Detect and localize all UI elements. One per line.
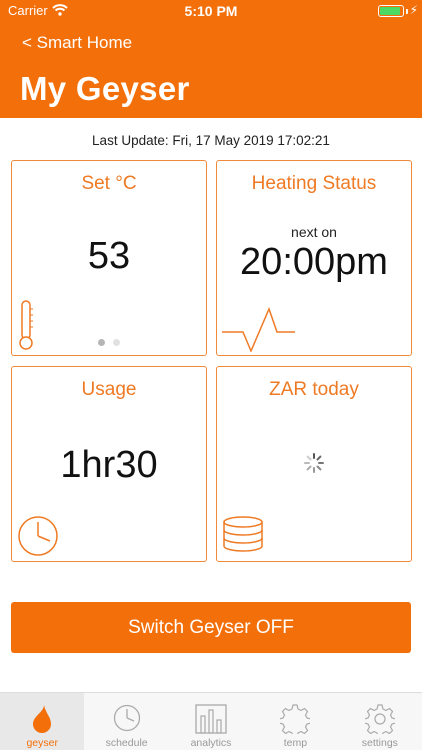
tab-label: analytics [190, 737, 232, 749]
tab-schedule[interactable]: schedule [84, 693, 168, 750]
gear-outline-icon [278, 704, 313, 739]
coin-stack-icon [222, 515, 264, 560]
drop-icon [29, 704, 55, 739]
heating-status-title: Heating Status [251, 173, 377, 194]
set-temp-card[interactable]: Set °C 53 [11, 160, 207, 356]
tab-geyser[interactable]: geyser [0, 693, 85, 750]
bar-chart-icon [195, 704, 227, 739]
battery-icon [378, 5, 404, 17]
battery-level [380, 7, 400, 15]
last-update-text: Last Update: Fri, 17 May 2019 17:02:21 [92, 133, 330, 148]
tab-settings[interactable]: settings [338, 693, 422, 750]
heartbeat-icon [221, 306, 295, 357]
clock-time: 5:10 PM [184, 3, 238, 19]
back-button[interactable]: < Smart Home [22, 33, 132, 53]
usage-card[interactable]: Usage 1hr30 [11, 366, 207, 562]
usage-value: 1hr30 [60, 444, 158, 486]
tab-label: settings [361, 737, 398, 749]
gear-icon [363, 704, 397, 739]
heating-status-card[interactable]: Heating Status next on 20:00pm [216, 160, 412, 356]
next-on-label: next on [291, 224, 337, 240]
page-title: My Geyser [20, 70, 190, 107]
page-dots[interactable] [12, 333, 206, 351]
tab-bar: geyser schedule analytics temp settings [0, 692, 422, 750]
page-dot-1[interactable] [98, 339, 105, 346]
usage-title: Usage [81, 379, 137, 400]
page-dot-2[interactable] [113, 339, 120, 346]
clock-icon [113, 704, 141, 737]
tab-temp[interactable]: temp [253, 693, 337, 750]
zar-today-card[interactable]: ZAR today [216, 366, 412, 562]
tab-label: temp [283, 737, 308, 749]
clock-icon [17, 515, 59, 562]
zar-today-title: ZAR today [269, 379, 359, 400]
set-temp-title: Set °C [81, 173, 137, 194]
tab-analytics[interactable]: analytics [169, 693, 253, 750]
loading-spinner-icon [303, 452, 325, 479]
set-temp-value: 53 [87, 235, 131, 277]
switch-geyser-off-button[interactable]: Switch Geyser OFF [11, 602, 411, 653]
battery-cap [406, 9, 408, 14]
tab-label: schedule [105, 737, 148, 749]
status-bar: Carrier 5:10 PM ⚡ [0, 0, 422, 22]
tab-label: geyser [26, 737, 58, 749]
charging-icon: ⚡ [409, 3, 418, 17]
next-on-time: 20:00pm [240, 241, 388, 283]
header: Carrier 5:10 PM ⚡ < Smart Home My Geyser [0, 0, 422, 118]
